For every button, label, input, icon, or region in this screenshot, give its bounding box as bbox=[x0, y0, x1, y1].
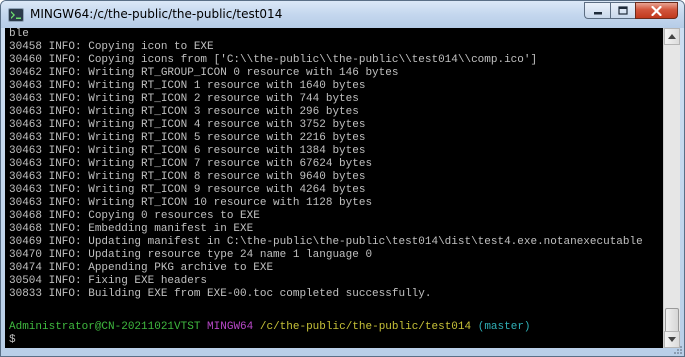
terminal-line: 30458 INFO: Copying icon to EXE bbox=[9, 41, 214, 53]
shell-prompt: Administrator@CN-20211021VTST MINGW64 /c… bbox=[9, 321, 531, 334]
terminal-line: 30468 INFO: Embedding manifest in EXE bbox=[9, 223, 254, 235]
terminal-line: 30463 INFO: Writing RT_ICON 4 resource w… bbox=[9, 119, 366, 131]
resize-grip-icon[interactable] bbox=[674, 346, 682, 354]
vertical-scrollbar[interactable] bbox=[663, 28, 680, 348]
terminal-line: 30463 INFO: Writing RT_ICON 1 resource w… bbox=[9, 80, 366, 92]
minimize-button[interactable] bbox=[584, 2, 610, 19]
terminal-line: 30463 INFO: Writing RT_ICON 3 resource w… bbox=[9, 106, 359, 118]
command-input-line[interactable]: $ bbox=[9, 334, 16, 347]
scroll-down-arrow-icon bbox=[668, 337, 676, 342]
minimize-icon bbox=[593, 11, 602, 14]
terminal-line: 30833 INFO: Building EXE from EXE-00.toc… bbox=[9, 288, 432, 300]
close-icon bbox=[651, 5, 662, 16]
prompt-path: /c/the-public/the-public/test014 bbox=[259, 321, 472, 333]
terminal-line: 30469 INFO: Updating manifest in C:\the-… bbox=[9, 236, 643, 248]
terminal-line: 30460 INFO: Copying icons from ['C:\\the… bbox=[9, 54, 538, 66]
terminal-line: 30463 INFO: Writing RT_ICON 9 resource w… bbox=[9, 184, 366, 196]
prompt-system: MINGW64 bbox=[207, 321, 254, 333]
terminal-line: 30463 INFO: Writing RT_ICON 7 resource w… bbox=[9, 158, 373, 170]
terminal-line: 30504 INFO: Fixing EXE headers bbox=[9, 275, 208, 287]
close-button[interactable] bbox=[635, 2, 678, 19]
mingw-terminal-icon[interactable] bbox=[8, 7, 24, 23]
terminal-line: 30463 INFO: Writing RT_ICON 5 resource w… bbox=[9, 132, 366, 144]
window-controls bbox=[584, 2, 678, 21]
terminal-line: ble bbox=[9, 28, 29, 40]
prompt-symbol: $ bbox=[9, 334, 16, 346]
terminal-line: 30463 INFO: Writing RT_ICON 10 resource … bbox=[9, 197, 373, 209]
maximize-icon bbox=[618, 6, 628, 15]
prompt-branch: (master) bbox=[477, 321, 531, 333]
window-title: MINGW64:/c/the-public/the-public/test014 bbox=[30, 7, 283, 21]
terminal-line: 30463 INFO: Writing RT_ICON 6 resource w… bbox=[9, 145, 366, 157]
terminal-line: 30463 INFO: Writing RT_ICON 2 resource w… bbox=[9, 93, 359, 105]
maximize-button[interactable] bbox=[610, 2, 635, 19]
terminal-output[interactable]: ble 30458 INFO: Copying icon to EXE 3046… bbox=[5, 28, 663, 348]
title-bar[interactable]: MINGW64:/c/the-public/the-public/test014 bbox=[1, 1, 684, 28]
terminal-window: MINGW64:/c/the-public/the-public/test014 bbox=[0, 0, 685, 357]
terminal-line: 30470 INFO: Updating resource type 24 na… bbox=[9, 249, 373, 261]
terminal-line: 30462 INFO: Writing RT_GROUP_ICON 0 reso… bbox=[9, 67, 399, 79]
prompt-user-host: Administrator@CN-20211021VTST bbox=[9, 321, 201, 333]
scroll-up-arrow-icon bbox=[668, 34, 676, 39]
terminal-line: 30468 INFO: Copying 0 resources to EXE bbox=[9, 210, 260, 222]
scroll-up-button[interactable] bbox=[664, 28, 680, 45]
terminal-line: 30474 INFO: Appending PKG archive to EXE bbox=[9, 262, 274, 274]
terminal-line: 30463 INFO: Writing RT_ICON 8 resource w… bbox=[9, 171, 366, 183]
